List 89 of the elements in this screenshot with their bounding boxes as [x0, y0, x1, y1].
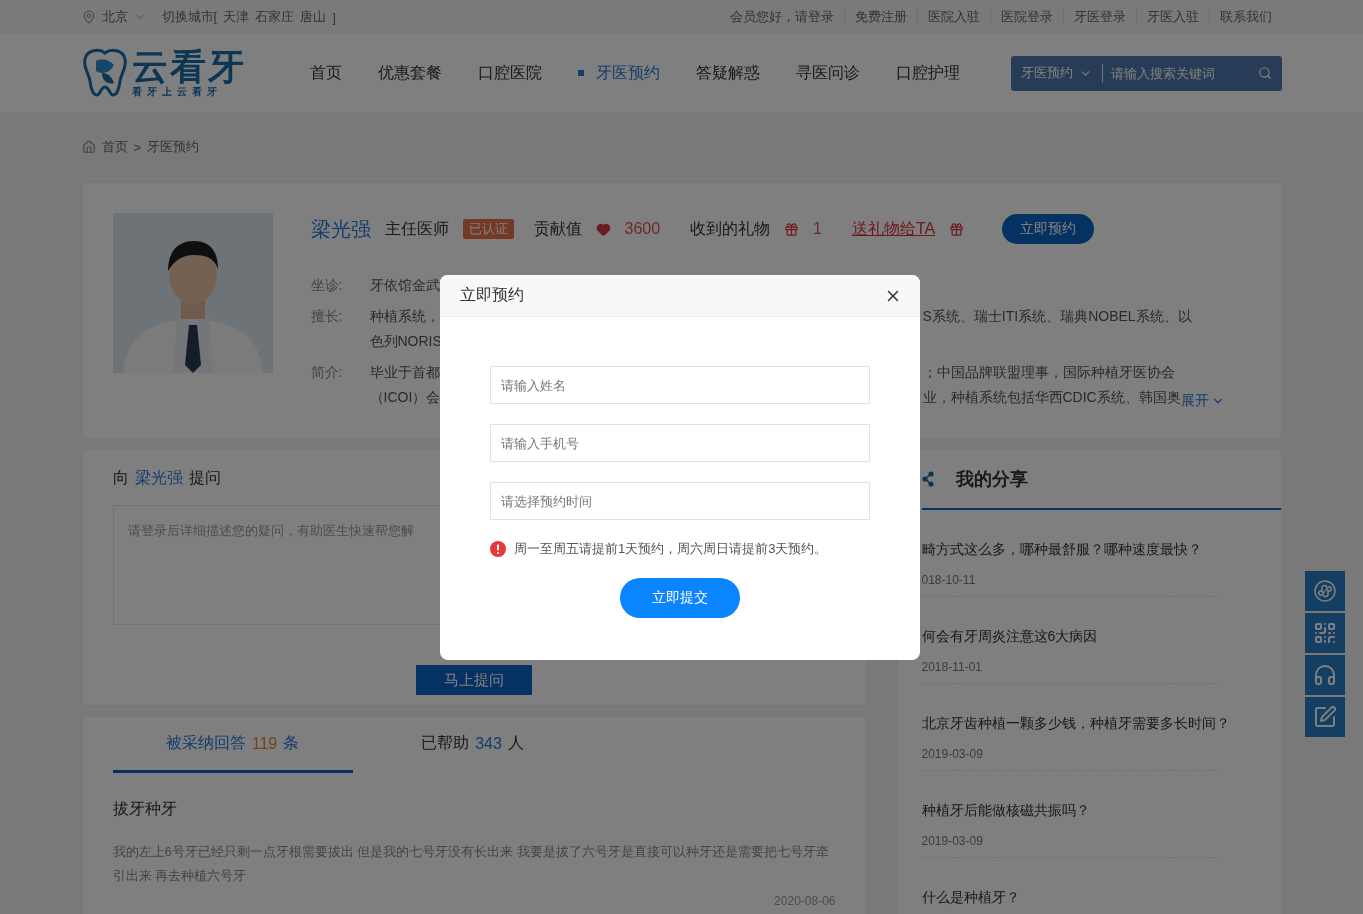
- side-tool-button[interactable]: [1305, 697, 1345, 737]
- tooth-logo-icon: [81, 47, 128, 99]
- breadcrumb-link[interactable]: 牙医预约: [147, 138, 200, 156]
- top-link[interactable]: 免费注册: [843, 8, 917, 26]
- top-link[interactable]: 会员您好，请登录: [719, 8, 844, 26]
- share-article-link[interactable]: 北京牙齿种植一颗多少钱，种植牙需要多长时间？: [921, 715, 1230, 733]
- share-date: 2018-11-01: [921, 660, 983, 674]
- qr-code-icon: [1313, 621, 1337, 645]
- nav-item[interactable]: 首页: [309, 62, 342, 84]
- gifts-count: 1: [813, 220, 822, 238]
- search-bar[interactable]: 牙医预约 请输入搜索关键词: [1010, 55, 1282, 91]
- side-tool-button[interactable]: [1305, 571, 1345, 611]
- location-pin-icon: [81, 10, 96, 24]
- detail-label: 擅长:: [310, 307, 344, 326]
- headset-icon: [1313, 663, 1337, 687]
- bracket-text: ]: [332, 9, 336, 25]
- side-tool-button[interactable]: [1305, 613, 1345, 653]
- warning-icon: [490, 541, 506, 557]
- share-article-link[interactable]: 种植牙后能做核磁共振吗？: [921, 802, 1090, 820]
- ask-button[interactable]: 马上提问: [416, 665, 532, 695]
- doctor-name: 梁光强: [134, 468, 183, 488]
- breadcrumb-separator: >: [133, 139, 142, 155]
- share-article-link[interactable]: 什么是种植牙？: [921, 889, 1020, 907]
- city-link[interactable]: 天津: [223, 8, 250, 26]
- category-dropdown[interactable]: 牙医预约: [1020, 64, 1103, 82]
- nav-item[interactable]: 答疑解惑: [695, 62, 760, 84]
- dialog-title: 立即预约: [460, 285, 524, 305]
- detail-text: S系统、瑞士ITI系统、瑞典NOBEL系统、以: [922, 307, 1192, 326]
- city-link[interactable]: 唐山: [300, 8, 327, 26]
- submit-button[interactable]: 立即提交: [620, 578, 740, 618]
- search-icon: [1257, 66, 1272, 80]
- gifts-label: 收到的礼物: [690, 218, 771, 239]
- expand-link[interactable]: 展开: [1180, 392, 1225, 410]
- city-link[interactable]: 石家庄: [255, 8, 295, 26]
- input-field[interactable]: 请输入手机号: [490, 424, 870, 462]
- share-icon: [921, 471, 934, 487]
- detail-text: （ICOI）会: [369, 388, 441, 407]
- logo-slogan: 看牙上云看牙: [131, 87, 223, 97]
- detail-label: 简介:: [310, 363, 344, 382]
- shares-title: 我的分享: [955, 468, 1028, 491]
- ask-prefix: 向: [112, 468, 129, 488]
- home-icon: [81, 140, 96, 154]
- top-link[interactable]: 医院入驻: [916, 8, 990, 26]
- nav-item[interactable]: 优惠套餐: [377, 62, 442, 84]
- share-date: 018-10-11: [921, 573, 977, 587]
- detail-text: ；中国品牌联盟理事，国际种植牙医协会: [922, 363, 1175, 382]
- side-tool-button[interactable]: [1305, 655, 1345, 695]
- nav-item[interactable]: 寻医问诊: [795, 62, 860, 84]
- share-date: 2019-03-09: [921, 747, 984, 761]
- breadcrumb-link[interactable]: 首页: [101, 138, 128, 156]
- nav-item[interactable]: 牙医预约: [577, 62, 660, 84]
- current-city[interactable]: 北京: [101, 8, 128, 26]
- verified-badge: 已认证: [462, 219, 514, 239]
- top-link[interactable]: 医院登录: [989, 8, 1063, 26]
- contribution-label: 贡献值: [533, 218, 582, 239]
- top-link[interactable]: 牙医入驻: [1135, 8, 1209, 26]
- detail-text: 毕业于首都: [369, 363, 440, 382]
- detail-text: 业，种植系统包括华西CDIC系统、韩国奥: [922, 388, 1181, 406]
- gift-icon: [949, 221, 965, 237]
- share-article-link[interactable]: 畸方式这么多，哪种最舒服？哪种速度最快？: [921, 541, 1202, 559]
- answers-tab[interactable]: 被采纳回答 119 条: [112, 717, 353, 773]
- send-gift-link[interactable]: 送礼物给TA: [852, 218, 936, 240]
- top-link[interactable]: 联系我们: [1208, 8, 1282, 26]
- top-link[interactable]: 牙医登录: [1062, 8, 1136, 26]
- input-field[interactable]: 请输入姓名: [490, 366, 870, 404]
- edit-icon: [1313, 705, 1337, 729]
- search-field[interactable]: 请输入搜索关键词: [1108, 64, 1252, 82]
- heart-icon: [595, 221, 611, 237]
- ask-suffix: 提问: [188, 468, 221, 488]
- gift-icon: [784, 221, 800, 237]
- input-field[interactable]: 请选择预约时间: [490, 482, 870, 520]
- detail-text: 牙依馆金武: [369, 276, 440, 295]
- booking-notice: 周一至周五请提前1天预约，周六周日请提前3天预约。: [514, 540, 828, 558]
- doctor-name: 梁光强: [310, 216, 371, 242]
- book-button[interactable]: 立即预约: [1002, 214, 1095, 244]
- doctor-title: 主任医师: [384, 218, 449, 239]
- contribution-value: 3600: [624, 220, 661, 238]
- share-date: 2019-03-09: [921, 834, 984, 848]
- logo-name: 云看牙: [131, 49, 246, 85]
- question-title[interactable]: 拔牙种牙: [112, 799, 836, 820]
- detail-label: 坐诊:: [310, 276, 344, 295]
- share-article-link[interactable]: 何会有牙周炎注意这6大病因: [921, 628, 1098, 646]
- switch-city-label: 切换城市[: [161, 8, 218, 26]
- nav-item[interactable]: 口腔护理: [895, 62, 960, 84]
- answers-tab[interactable]: 已帮助 343 人: [352, 717, 593, 773]
- detail-text: 色列NORIS: [369, 332, 442, 351]
- detail-text: 种植系统，: [369, 307, 440, 326]
- link-circle-icon: [1313, 579, 1337, 603]
- nav-item[interactable]: 口腔医院: [477, 62, 542, 84]
